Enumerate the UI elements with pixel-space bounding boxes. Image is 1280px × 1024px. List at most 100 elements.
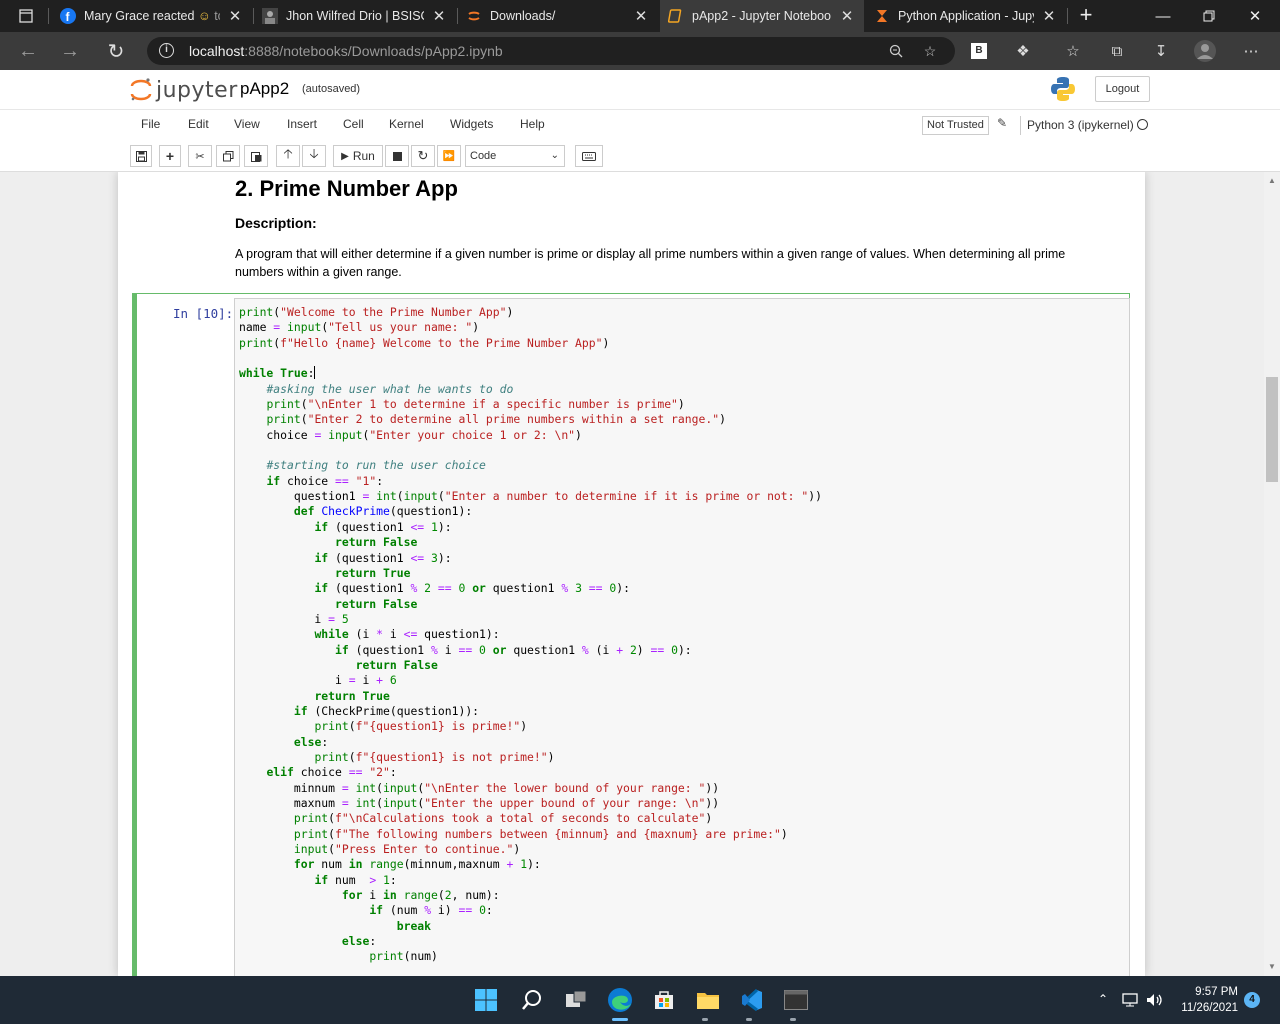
- favorites-icon: ☆: [1066, 43, 1080, 60]
- search-button[interactable]: [516, 984, 548, 1016]
- collections-icon: ⧉: [1111, 42, 1123, 60]
- code-editor[interactable]: print("Welcome to the Prime Number App")…: [234, 298, 1130, 976]
- arrow-up-icon: 🡡: [283, 146, 293, 161]
- scrollbar-thumb[interactable]: [1266, 377, 1278, 482]
- arrow-right-icon: →: [60, 39, 80, 62]
- close-icon[interactable]: ✕: [838, 7, 856, 25]
- edge-icon: [608, 988, 632, 1012]
- downloads-button[interactable]: ↧: [1148, 38, 1174, 64]
- copy-button[interactable]: [216, 145, 240, 167]
- forward-button[interactable]: →: [56, 38, 84, 64]
- settings-more-button[interactable]: ⋯: [1238, 38, 1264, 64]
- restore-button[interactable]: [1186, 0, 1232, 32]
- tab-downloads[interactable]: Downloads/ ✕: [458, 0, 658, 32]
- vscode-app-button[interactable]: [736, 984, 768, 1016]
- restore-icon: [1203, 10, 1215, 22]
- refresh-button[interactable]: ↻: [102, 38, 130, 64]
- scroll-down-icon[interactable]: ▼: [1268, 962, 1276, 971]
- paste-button[interactable]: [244, 145, 268, 167]
- close-icon[interactable]: ✕: [226, 7, 244, 25]
- play-icon: ▶: [341, 150, 349, 162]
- folder-icon: [697, 993, 719, 1009]
- close-icon[interactable]: ✕: [430, 7, 448, 25]
- tab-label: pApp2 - Jupyter Noteboo: [692, 9, 831, 23]
- task-view-button[interactable]: [560, 984, 592, 1016]
- back-button[interactable]: ←: [14, 38, 42, 64]
- info-icon[interactable]: i: [159, 43, 174, 58]
- logout-button[interactable]: Logout: [1095, 76, 1150, 102]
- menu-cell[interactable]: Cell: [343, 117, 364, 131]
- extension-b-button[interactable]: B: [966, 38, 992, 64]
- minimize-button[interactable]: —: [1140, 0, 1186, 32]
- tab-profile[interactable]: Jhon Wilfred Drio | BSISCS ✕: [254, 0, 456, 32]
- keyboard-icon: [582, 151, 596, 161]
- tab-facebook[interactable]: f Mary Grace reacted ☺ to ✕: [52, 0, 252, 32]
- profile-avatar[interactable]: [1192, 38, 1218, 64]
- url-host: localhost: [189, 43, 245, 59]
- menu-view[interactable]: View: [234, 117, 260, 131]
- not-trusted-button[interactable]: Not Trusted: [922, 116, 989, 135]
- jupyter-logo[interactable]: jupyter: [130, 76, 238, 104]
- extensions-button[interactable]: ❖: [1010, 38, 1036, 64]
- emoji-icon: ☺: [197, 9, 211, 23]
- taskbar: ⌃ 9:57 PM 11/26/2021 4: [0, 976, 1280, 1024]
- cell-type-select[interactable]: Code ⌄: [465, 145, 565, 167]
- menu-edit[interactable]: Edit: [188, 117, 209, 131]
- collections-button[interactable]: ⧉: [1104, 38, 1130, 64]
- close-icon[interactable]: ✕: [1040, 7, 1058, 25]
- tab-papp2[interactable]: pApp2 - Jupyter Noteboo ✕: [660, 0, 864, 32]
- favorites-button[interactable]: ☆: [1060, 38, 1086, 64]
- puzzle-icon: ❖: [1016, 43, 1030, 60]
- save-icon: [135, 150, 147, 162]
- restart-run-all-button[interactable]: ⏩: [437, 145, 461, 167]
- jupyter-header: jupyter pApp2 (autosaved) Logout: [0, 70, 1280, 110]
- start-button[interactable]: [470, 984, 502, 1016]
- pencil-icon[interactable]: ✎: [997, 116, 1007, 130]
- restart-button[interactable]: ↻: [411, 145, 435, 167]
- command-palette-button[interactable]: [575, 145, 603, 167]
- menu-help[interactable]: Help: [520, 117, 545, 131]
- volume-icon[interactable]: [1144, 984, 1166, 1016]
- kernel-name[interactable]: Python 3 (ipykernel): [1020, 116, 1134, 135]
- jupyter-wordmark: jupyter: [156, 77, 238, 103]
- chevron-up-icon[interactable]: ⌃: [1098, 992, 1108, 1006]
- store-app-button[interactable]: [648, 984, 680, 1016]
- tab-python-application[interactable]: Python Application - Jupy ✕: [866, 0, 1066, 32]
- terminal-app-button[interactable]: [780, 984, 812, 1016]
- notebook-name[interactable]: pApp2: [240, 79, 289, 99]
- new-tab-button[interactable]: +: [1074, 4, 1098, 28]
- interrupt-button[interactable]: [385, 145, 409, 167]
- address-bar[interactable]: i localhost:8888/notebooks/Downloads/pAp…: [147, 37, 955, 65]
- menu-insert[interactable]: Insert: [287, 117, 317, 131]
- page-scrollbar[interactable]: ▲ ▼: [1264, 172, 1280, 976]
- notification-badge[interactable]: 4: [1244, 992, 1260, 1008]
- url-text[interactable]: localhost:8888/notebooks/Downloads/pApp2…: [189, 43, 503, 59]
- insert-cell-button[interactable]: +: [159, 145, 181, 167]
- network-icon[interactable]: [1120, 984, 1140, 1016]
- run-button[interactable]: ▶ Run: [333, 145, 383, 167]
- tab-label: Jhon Wilfred Drio | BSISCS: [286, 9, 424, 23]
- scissors-icon: ✂: [195, 150, 205, 163]
- code-text[interactable]: print("Welcome to the Prime Number App")…: [239, 305, 822, 965]
- menu-file[interactable]: File: [141, 117, 160, 131]
- active-app-indicator: [612, 1018, 628, 1021]
- tab-actions-button[interactable]: [8, 4, 44, 28]
- profile-badge: B: [971, 43, 987, 59]
- move-down-button[interactable]: 🡣: [302, 145, 326, 167]
- save-button[interactable]: [130, 145, 152, 167]
- move-up-button[interactable]: 🡡: [276, 145, 300, 167]
- scroll-up-icon[interactable]: ▲: [1268, 176, 1276, 185]
- menu-widgets[interactable]: Widgets: [450, 117, 493, 131]
- zoom-out-icon[interactable]: [887, 42, 905, 60]
- cut-button[interactable]: ✂: [188, 145, 212, 167]
- code-cell[interactable]: In [10]: print("Welcome to the Prime Num…: [132, 293, 1130, 976]
- add-favorite-icon[interactable]: ☆: [921, 42, 939, 60]
- file-explorer-button[interactable]: [692, 984, 724, 1016]
- clock-date: 11/26/2021: [1181, 1002, 1238, 1014]
- close-icon[interactable]: ✕: [632, 7, 650, 25]
- kernel-idle-icon: [1137, 119, 1148, 130]
- close-window-button[interactable]: ✕: [1232, 0, 1278, 32]
- edge-app-button[interactable]: [604, 984, 636, 1016]
- system-clock[interactable]: 9:57 PM 11/26/2021: [1178, 984, 1238, 1016]
- menu-kernel[interactable]: Kernel: [389, 117, 424, 131]
